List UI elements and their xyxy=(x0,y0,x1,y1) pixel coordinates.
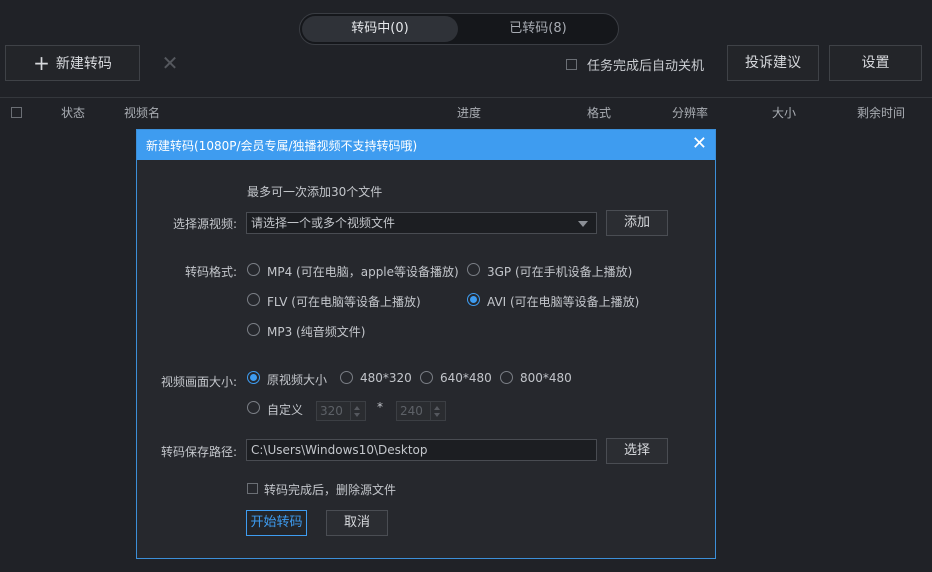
source-video-dropdown[interactable]: 请选择一个或多个视频文件 xyxy=(246,212,597,234)
format-flv-label: FLV (可在电脑等设备上播放) xyxy=(267,295,421,309)
format-mp3-label: MP3 (纯音频文件) xyxy=(267,325,366,339)
choose-path-button[interactable]: 选择 xyxy=(606,438,668,464)
cancel-button[interactable]: 取消 xyxy=(326,510,388,536)
save-path-value: C:\Users\Windows10\Desktop xyxy=(251,443,428,457)
format-mp4-radio[interactable] xyxy=(247,263,260,276)
size-640x480-label: 640*480 xyxy=(440,371,492,385)
size-original-radio[interactable] xyxy=(247,371,260,384)
custom-width-stepper[interactable]: 320 xyxy=(316,401,366,421)
size-640x480-radio[interactable] xyxy=(420,371,433,384)
start-conversion-button[interactable]: 开始转码 xyxy=(246,510,307,536)
close-icon[interactable]: ✕ xyxy=(692,133,707,155)
task-table-header: 状态 视频名 进度 格式 分辨率 大小 剩余时间 xyxy=(0,97,932,127)
max-files-hint: 最多可一次添加30个文件 xyxy=(247,185,383,199)
plus-icon: + xyxy=(33,51,50,75)
source-dropdown-value: 请选择一个或多个视频文件 xyxy=(251,216,396,230)
custom-width-value: 320 xyxy=(320,404,343,418)
column-progress: 进度 xyxy=(457,106,482,120)
new-conversion-label: 新建转码 xyxy=(55,56,112,72)
size-480x320-radio[interactable] xyxy=(340,371,353,384)
format-mp4-label: MP4 (可在电脑，apple等设备播放) xyxy=(267,265,459,279)
column-format: 格式 xyxy=(587,106,612,120)
tab-converted[interactable]: 已转码(8) xyxy=(460,16,616,42)
format-avi-radio[interactable] xyxy=(467,293,480,306)
new-conversion-button[interactable]: + 新建转码 xyxy=(5,45,140,81)
add-button[interactable]: 添加 xyxy=(606,210,668,236)
column-remaining-time: 剩余时间 xyxy=(857,106,906,120)
delete-icon[interactable]: ✕ xyxy=(160,51,180,75)
status-tabs: 转码中(0) 已转码(8) xyxy=(299,13,619,45)
source-label: 选择源视频: xyxy=(172,217,237,231)
dialog-title: 新建转码(1080P/会员专属/独播视频不支持转码哦) xyxy=(146,139,418,153)
column-status: 状态 xyxy=(61,106,86,120)
column-size: 大小 xyxy=(772,106,797,120)
size-800x480-label: 800*480 xyxy=(520,371,572,385)
delete-source-label: 转码完成后，删除源文件 xyxy=(264,483,397,497)
select-all-checkbox[interactable] xyxy=(11,107,22,118)
custom-times-sign: * xyxy=(377,400,383,414)
delete-source-checkbox[interactable] xyxy=(247,483,258,494)
custom-height-stepper[interactable]: 240 xyxy=(396,401,446,421)
auto-shutdown-checkbox[interactable] xyxy=(566,59,577,70)
stepper-arrows-icon[interactable] xyxy=(350,402,365,420)
size-custom-label: 自定义 xyxy=(267,403,304,417)
save-path-label: 转码保存路径: xyxy=(160,445,237,459)
format-3gp-radio[interactable] xyxy=(467,263,480,276)
auto-shutdown-option[interactable]: 任务完成后自动关机 xyxy=(566,55,704,74)
format-avi-label: AVI (可在电脑等设备上播放) xyxy=(487,295,640,309)
size-480x320-label: 480*320 xyxy=(360,371,412,385)
column-resolution: 分辨率 xyxy=(672,106,709,120)
save-path-input[interactable]: C:\Users\Windows10\Desktop xyxy=(246,439,597,461)
settings-button[interactable]: 设置 xyxy=(829,45,922,81)
format-3gp-label: 3GP (可在手机设备上播放) xyxy=(487,265,633,279)
format-label: 转码格式: xyxy=(184,265,237,279)
complain-button[interactable]: 投诉建议 xyxy=(727,45,819,81)
format-flv-radio[interactable] xyxy=(247,293,260,306)
size-label: 视频画面大小: xyxy=(160,375,237,389)
custom-height-value: 240 xyxy=(400,404,423,418)
stepper-arrows-icon[interactable] xyxy=(430,402,445,420)
size-original-label: 原视频大小 xyxy=(267,373,328,387)
chevron-down-icon xyxy=(578,221,588,227)
column-video-name: 视频名 xyxy=(124,106,161,120)
auto-shutdown-label: 任务完成后自动关机 xyxy=(587,59,705,74)
tab-converting[interactable]: 转码中(0) xyxy=(302,16,458,42)
size-custom-radio[interactable] xyxy=(247,401,260,414)
size-800x480-radio[interactable] xyxy=(500,371,513,384)
new-conversion-dialog: 新建转码(1080P/会员专属/独播视频不支持转码哦) ✕ 最多可一次添加30个… xyxy=(136,129,716,559)
format-mp3-radio[interactable] xyxy=(247,323,260,336)
dialog-title-bar: 新建转码(1080P/会员专属/独播视频不支持转码哦) ✕ xyxy=(137,130,715,160)
